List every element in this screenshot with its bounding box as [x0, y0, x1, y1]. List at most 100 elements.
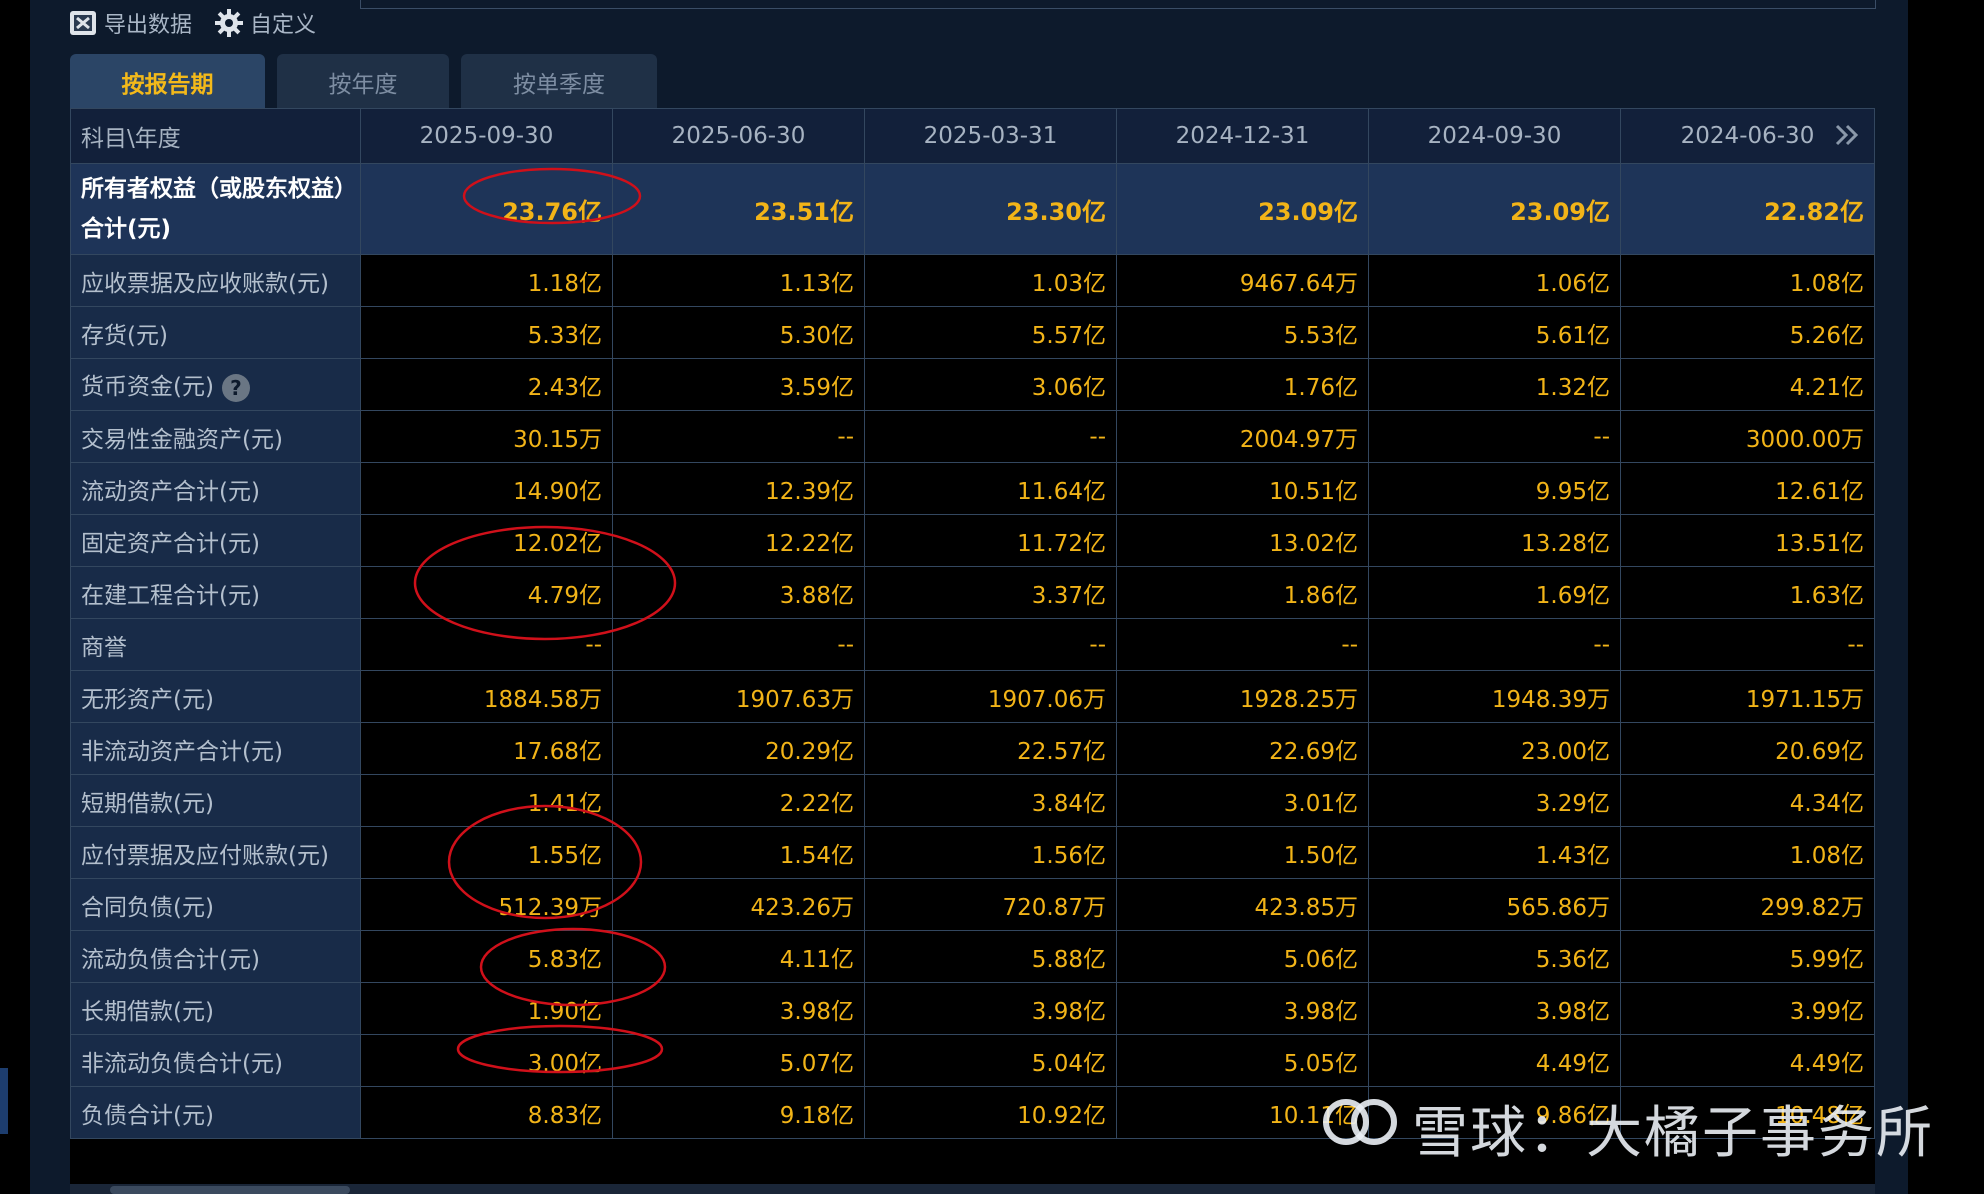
table-cell: 2004.97万	[1116, 410, 1369, 463]
customize-button[interactable]: 自定义	[214, 7, 316, 39]
table-cell: 23.09亿	[1116, 163, 1369, 255]
table-cell: 720.87万	[864, 878, 1117, 931]
table-cell: 1.55亿	[360, 826, 613, 879]
table-cell: 5.88亿	[864, 930, 1117, 983]
row-label: 所有者权益（或股东权益）合计(元)	[70, 163, 361, 255]
row-label: 交易性金融资产(元)	[70, 410, 361, 463]
row-label: 存货(元)	[70, 306, 361, 359]
table-row: 固定资产合计(元) 12.02亿 12.22亿 11.72亿 13.02亿 13.28亿 1…	[70, 514, 1875, 567]
table-cell: 22.57亿	[864, 722, 1117, 775]
row-label: 应收票据及应收账款(元)	[70, 254, 361, 307]
row-label-text: 流动负债合计(元)	[81, 946, 260, 973]
table-cell: --	[360, 618, 613, 671]
table-cell: 3.06亿	[864, 358, 1117, 411]
table-cell: 20.29亿	[612, 722, 865, 775]
period-header[interactable]: 2024-09-30	[1368, 108, 1621, 164]
period-header-label: 2024-06-30	[1680, 123, 1815, 149]
table-cell: 1.03亿	[864, 254, 1117, 307]
table-row: 非流动负债合计(元) 3.00亿 5.07亿 5.04亿 5.05亿 4.49亿 4.49亿	[70, 1034, 1875, 1087]
double-chevron-right-icon[interactable]	[1834, 123, 1860, 153]
excel-icon	[68, 8, 98, 38]
table-cell: 22.69亿	[1116, 722, 1369, 775]
row-label-text: 商誉	[81, 634, 127, 661]
table-cell: 565.86万	[1368, 878, 1621, 931]
period-header[interactable]: 2025-03-31	[864, 108, 1117, 164]
table-cell: 9.18亿	[612, 1086, 865, 1139]
table-cell: 5.07亿	[612, 1034, 865, 1087]
table-row: 在建工程合计(元) 4.79亿 3.88亿 3.37亿 1.86亿 1.69亿 1.63亿	[70, 566, 1875, 619]
row-label-text: 非流动资产合计(元)	[81, 738, 283, 765]
row-label: 负债合计(元)	[70, 1086, 361, 1139]
table-cell: 17.68亿	[360, 722, 613, 775]
table-cell: 5.53亿	[1116, 306, 1369, 359]
period-header[interactable]: 2025-06-30	[612, 108, 865, 164]
table-cell: 3.01亿	[1116, 774, 1369, 827]
table-cell: 3.00亿	[360, 1034, 613, 1087]
period-header[interactable]: 2025-09-30	[360, 108, 613, 164]
row-label-text: 合同负债(元)	[81, 894, 214, 921]
table-cell: 1.56亿	[864, 826, 1117, 879]
table-cell: 22.82亿	[1620, 163, 1875, 255]
table-cell: 5.83亿	[360, 930, 613, 983]
export-data-label: 导出数据	[104, 13, 193, 38]
table-cell: 4.49亿	[1368, 1034, 1621, 1087]
table-cell: --	[1368, 410, 1621, 463]
period-header[interactable]: 2024-12-31	[1116, 108, 1369, 164]
table-cell: 3.99亿	[1620, 982, 1875, 1035]
row-label-text: 交易性金融资产(元)	[81, 426, 283, 453]
period-tabs: 按报告期 按年度 按单季度	[70, 54, 657, 109]
table-row: 短期借款(元) 1.41亿 2.22亿 3.84亿 3.01亿 3.29亿 4.34亿	[70, 774, 1875, 827]
table-cell: 1.50亿	[1116, 826, 1369, 879]
table-cell: 12.39亿	[612, 462, 865, 515]
table-cell: 23.76亿	[360, 163, 613, 255]
table-cell: 4.49亿	[1620, 1034, 1875, 1087]
row-label-text: 流动资产合计(元)	[81, 478, 260, 505]
table-cell: 2.22亿	[612, 774, 865, 827]
header-row: 科目\年度 2025-09-30 2025-06-30 2025-03-31 2…	[70, 108, 1875, 164]
snowball-logo-icon	[1322, 1090, 1398, 1168]
scrollbar-thumb[interactable]	[110, 1186, 350, 1194]
table-cell: 23.30亿	[864, 163, 1117, 255]
table-cell: 5.61亿	[1368, 306, 1621, 359]
row-label-text: 应收票据及应收账款(元)	[81, 270, 329, 297]
tab-by-year[interactable]: 按年度	[277, 54, 449, 109]
table-cell: 8.83亿	[360, 1086, 613, 1139]
row-label-text: 存货(元)	[81, 322, 168, 349]
export-data-button[interactable]: 导出数据	[68, 7, 192, 39]
table-row: 合同负债(元) 512.39万 423.26万 720.87万 423.85万 565.8…	[70, 878, 1875, 931]
table-cell: 23.00亿	[1368, 722, 1621, 775]
table-cell: --	[1368, 618, 1621, 671]
table-row: 非流动资产合计(元) 17.68亿 20.29亿 22.57亿 22.69亿 23.00亿…	[70, 722, 1875, 775]
table-cell: --	[864, 410, 1117, 463]
table-cell: 4.11亿	[612, 930, 865, 983]
row-label-text: 货币资金(元)	[81, 374, 214, 401]
row-label: 应付票据及应付账款(元)	[70, 826, 361, 879]
table-cell: 1.13亿	[612, 254, 865, 307]
table-cell: 4.34亿	[1620, 774, 1875, 827]
table-row: 交易性金融资产(元) 30.15万 -- -- 2004.97万 -- 3000.00万	[70, 410, 1875, 463]
tab-by-quarter[interactable]: 按单季度	[461, 54, 657, 109]
table-row: 应付票据及应付账款(元) 1.55亿 1.54亿 1.56亿 1.50亿 1.43亿 1.0…	[70, 826, 1875, 879]
table-row: 所有者权益（或股东权益）合计(元) 23.76亿 23.51亿 23.30亿 23.09…	[70, 163, 1875, 255]
row-label: 非流动资产合计(元)	[70, 722, 361, 775]
row-label-text: 无形资产(元)	[81, 686, 214, 713]
table-row: 流动资产合计(元) 14.90亿 12.39亿 11.64亿 10.51亿 9.95亿 12…	[70, 462, 1875, 515]
gear-icon	[214, 8, 244, 38]
tab-by-report-period[interactable]: 按报告期	[70, 54, 265, 109]
left-edge-bar	[0, 1068, 8, 1134]
table-row: 存货(元) 5.33亿 5.30亿 5.57亿 5.53亿 5.61亿 5.26亿	[70, 306, 1875, 359]
row-label: 货币资金(元)?	[70, 358, 361, 411]
question-icon[interactable]: ?	[221, 373, 250, 402]
row-label-text: 在建工程合计(元)	[81, 582, 260, 609]
table-row: 流动负债合计(元) 5.83亿 4.11亿 5.88亿 5.06亿 5.36亿 5.99亿	[70, 930, 1875, 983]
period-header-last[interactable]: 2024-06-30	[1620, 108, 1875, 164]
table-cell: 1.08亿	[1620, 826, 1875, 879]
table-cell: 3.88亿	[612, 566, 865, 619]
table-cell: 1.41亿	[360, 774, 613, 827]
table-cell: 1907.63万	[612, 670, 865, 723]
table-cell: 1.06亿	[1368, 254, 1621, 307]
table-cell: 10.51亿	[1116, 462, 1369, 515]
horizontal-scrollbar[interactable]	[70, 1184, 1875, 1194]
table-row: 长期借款(元) 1.90亿 3.98亿 3.98亿 3.98亿 3.98亿 3.99亿	[70, 982, 1875, 1035]
table-cell: 1.86亿	[1116, 566, 1369, 619]
